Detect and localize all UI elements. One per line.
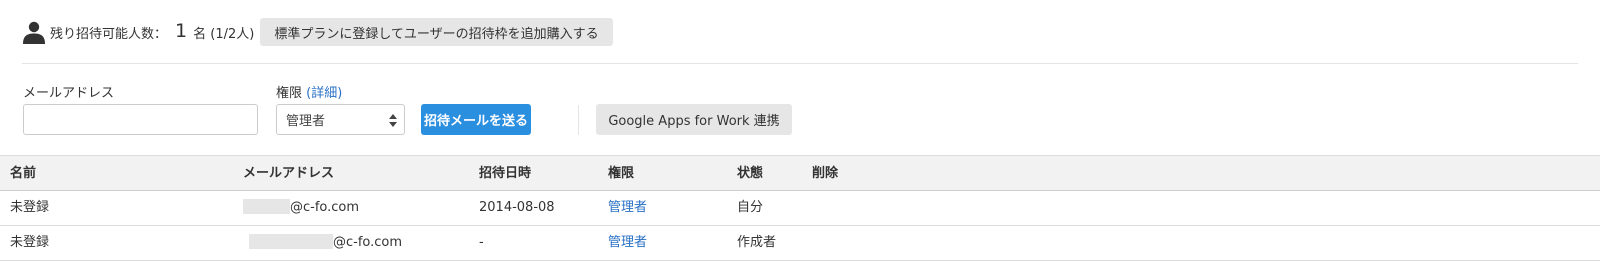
section-divider xyxy=(22,63,1578,64)
row-permission: 管理者 xyxy=(608,191,647,225)
col-name: 名前 xyxy=(10,166,37,181)
row-status: 自分 xyxy=(737,200,764,215)
permission-details-link[interactable]: (詳細) xyxy=(306,86,342,101)
row-email-domain: @c-fo.com xyxy=(290,200,360,215)
google-apps-button[interactable]: Google Apps for Work 連携 xyxy=(596,104,792,135)
row-date: 2014-08-08 xyxy=(479,200,555,215)
permission-label: 権限 (詳細) xyxy=(276,82,342,101)
redacted-block xyxy=(243,199,290,214)
table-header: 名前 メールアドレス 招待日時 権限 状態 削除 xyxy=(0,155,1600,191)
permission-select[interactable]: 管理者 xyxy=(276,104,405,135)
upgrade-plan-button[interactable]: 標準プランに登録してユーザーの招待枠を追加購入する xyxy=(260,18,613,46)
email-label: メールアドレス xyxy=(23,86,115,101)
user-icon xyxy=(23,21,45,44)
row-email-domain: @c-fo.com xyxy=(333,235,403,250)
quota-count: 1 xyxy=(175,20,188,42)
row-permission-link[interactable]: 管理者 xyxy=(608,235,647,250)
table-row: 未登録 @c-fo.com 2014-08-08 管理者 自分 xyxy=(0,191,1600,226)
row-email: @c-fo.com xyxy=(243,191,359,225)
permission-select-value: 管理者 xyxy=(286,114,326,129)
send-invite-button[interactable]: 招待メールを送る xyxy=(421,104,531,135)
permission-label-text: 権限 xyxy=(276,86,303,101)
row-name: 未登録 xyxy=(10,235,50,250)
quota-unit: 名 (1/2人) xyxy=(193,26,255,42)
col-status: 状態 xyxy=(737,166,764,181)
email-input[interactable] xyxy=(23,104,258,135)
vertical-divider xyxy=(578,105,579,135)
invite-quota-bar: 残り招待可能人数： 1 名 (1/2人) 標準プランに登録してユーザーの招待枠を… xyxy=(22,18,613,46)
col-email: メールアドレス xyxy=(243,166,335,181)
col-delete: 削除 xyxy=(812,166,839,181)
table-row: 未登録 @c-fo.com - 管理者 作成者 xyxy=(0,226,1600,261)
quota-label: 残り招待可能人数： xyxy=(50,26,168,42)
row-email: @c-fo.com xyxy=(243,226,402,260)
row-date: - xyxy=(479,235,484,250)
col-invite-date: 招待日時 xyxy=(479,166,532,181)
row-permission-link[interactable]: 管理者 xyxy=(608,200,647,215)
row-name: 未登録 xyxy=(10,200,50,215)
redacted-block xyxy=(249,234,333,249)
col-permission: 権限 xyxy=(608,166,635,181)
users-table: 名前 メールアドレス 招待日時 権限 状態 削除 未登録 @c-fo.com 2… xyxy=(0,155,1600,261)
row-permission: 管理者 xyxy=(608,226,647,260)
select-arrows-icon xyxy=(389,114,397,127)
row-status: 作成者 xyxy=(737,235,777,250)
